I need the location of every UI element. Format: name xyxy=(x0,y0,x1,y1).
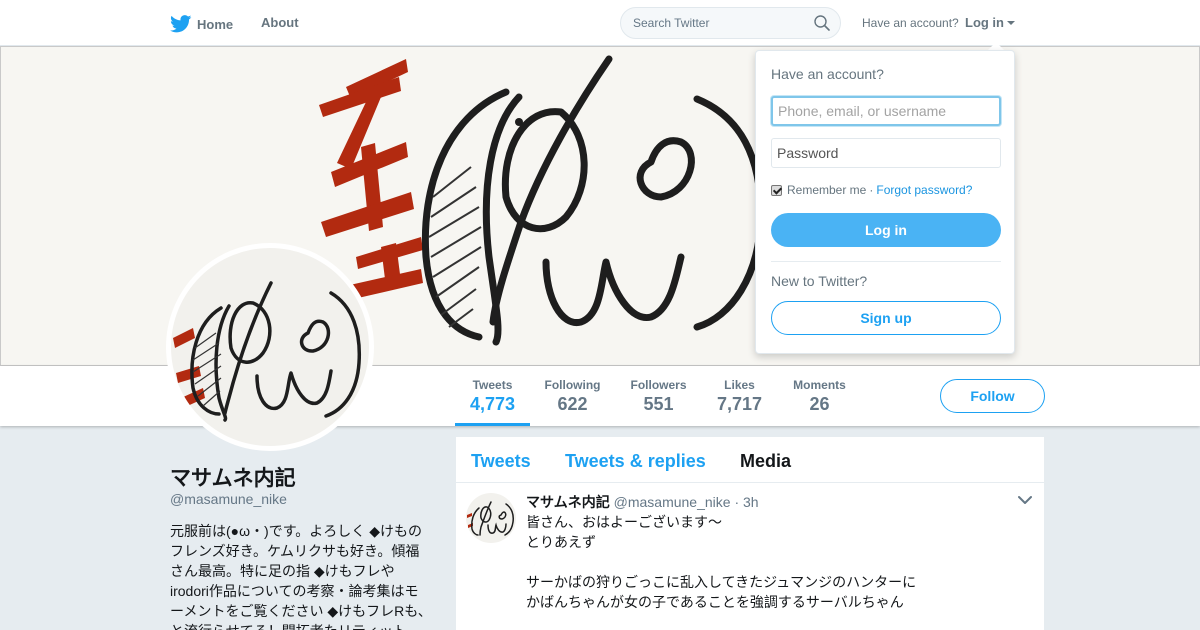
remember-me-checkbox[interactable] xyxy=(771,184,782,196)
timeline-tabs: Tweets Tweets & replies Media xyxy=(456,437,1044,483)
remember-me-label[interactable]: Remember me xyxy=(787,183,866,197)
twitter-bird-icon xyxy=(170,15,192,33)
stat-label: Moments xyxy=(793,378,846,392)
tweet[interactable]: マサムネ内記 @masamune_nike · 3h 皆さん、おはよーございます… xyxy=(456,483,1044,629)
signup-button[interactable]: Sign up xyxy=(771,301,1001,335)
active-stat-indicator xyxy=(455,423,530,426)
profile-bio: 元服前は(●ω・)です。よろしく ◆けものフレンズ好き。ケムリクサも好き。傾福さ… xyxy=(170,523,432,630)
tab-tweets-and-replies[interactable]: Tweets & replies xyxy=(565,451,706,472)
stat-following[interactable]: Following 622 xyxy=(544,378,601,415)
top-navigation-bar: Home About Have an account? Log in xyxy=(0,0,1200,46)
stat-value: 4,773 xyxy=(470,394,516,414)
tweet-line: とりあえず xyxy=(526,534,596,550)
stat-tweets[interactable]: Tweets 4,773 xyxy=(470,378,515,415)
stat-value: 7,717 xyxy=(716,394,763,414)
login-link-label: Log in xyxy=(965,15,1004,30)
tweet-text: 皆さん、おはよーございます〜 とりあえず サーかばの狩りごっこに乱入してきたジュ… xyxy=(526,512,1006,612)
remember-row: Remember me · Forgot password? xyxy=(771,183,972,197)
home-nav-link[interactable]: Home xyxy=(170,15,233,33)
stat-value: 622 xyxy=(557,394,588,414)
tweet-author-name[interactable]: マサムネ内記 xyxy=(526,494,610,510)
tab-tweets[interactable]: Tweets xyxy=(471,451,531,472)
profile-avatar[interactable] xyxy=(166,243,374,451)
separator-dot: · xyxy=(869,183,874,197)
have-account-text: Have an account? xyxy=(862,16,959,30)
avatar-image xyxy=(171,248,369,446)
tab-media[interactable]: Media xyxy=(740,451,791,472)
tweet-timestamp[interactable]: · 3h xyxy=(734,494,758,510)
stat-moments[interactable]: Moments 26 xyxy=(791,378,848,415)
profile-handle[interactable]: @masamune_nike xyxy=(170,491,287,507)
stat-label: Tweets xyxy=(472,378,513,392)
tweet-line: サーかばの狩りごっこに乱入してきたジュマンジのハンターに xyxy=(526,574,917,590)
dropdown-divider xyxy=(771,261,1001,262)
follow-button[interactable]: Follow xyxy=(940,379,1045,413)
stat-likes[interactable]: Likes 7,717 xyxy=(716,378,763,415)
dropdown-caret xyxy=(988,42,1004,50)
password-field[interactable] xyxy=(771,138,1001,168)
tweet-header: マサムネ内記 @masamune_nike · 3h xyxy=(526,492,759,512)
stat-label: Likes xyxy=(724,378,755,392)
username-field[interactable] xyxy=(771,96,1001,126)
timeline: Tweets Tweets & replies Media マサムネ内記 @ma… xyxy=(456,437,1044,630)
profile-name[interactable]: マサムネ内記 xyxy=(170,462,296,492)
tweet-line: かばんちゃんが女の子であることを強調するサーバルちゃん xyxy=(526,594,904,610)
search-input[interactable] xyxy=(621,8,801,38)
stat-label: Following xyxy=(544,378,601,392)
tweet-line xyxy=(526,552,1006,572)
search-box xyxy=(620,7,841,39)
dropdown-title: Have an account? xyxy=(771,66,884,82)
stat-followers[interactable]: Followers 551 xyxy=(629,378,688,415)
stat-label: Followers xyxy=(630,378,687,392)
login-dropdown-toggle[interactable]: Log in xyxy=(965,15,1015,30)
caret-down-icon xyxy=(1007,20,1015,25)
new-to-twitter-text: New to Twitter? xyxy=(771,273,868,289)
home-label: Home xyxy=(197,16,234,32)
about-nav-link[interactable]: About xyxy=(261,15,299,30)
chevron-down-icon[interactable] xyxy=(1018,495,1032,505)
login-button[interactable]: Log in xyxy=(771,213,1001,247)
stat-value: 551 xyxy=(643,394,674,414)
tweet-author-handle[interactable]: @masamune_nike xyxy=(614,494,731,510)
search-icon[interactable] xyxy=(814,15,830,31)
tweet-avatar[interactable] xyxy=(466,493,516,543)
stat-value: 26 xyxy=(809,394,830,414)
tweet-line: 皆さん、おはよーございます〜 xyxy=(526,514,722,530)
login-dropdown: Have an account? Remember me · Forgot pa… xyxy=(755,50,1015,354)
forgot-password-link[interactable]: Forgot password? xyxy=(876,183,972,197)
